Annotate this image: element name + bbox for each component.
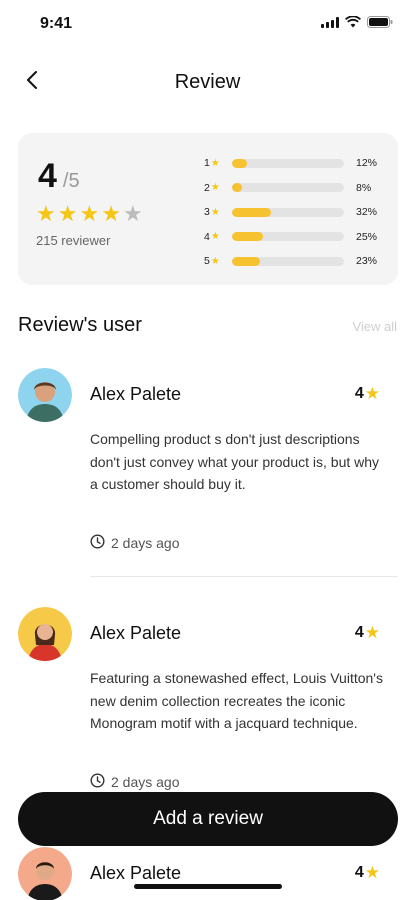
page-title: Review [174, 71, 241, 93]
rating-summary-card: 4 /5 ★ ★ ★ ★ ★ 215 reviewer 1 ★ 12% 2 ★ 8% 3 ★ 32% 4 ★… [18, 133, 398, 285]
rating-value: 4 [354, 864, 364, 881]
star-icon: ★ [122, 201, 143, 226]
clock-icon [90, 773, 105, 791]
distribution-bar-fill [232, 256, 261, 266]
status-bar: 9:41 [0, 0, 415, 48]
time-text: 2 days ago [111, 535, 180, 551]
distribution-bar-fill [232, 207, 272, 217]
star-icon: ★ [364, 623, 380, 642]
distribution-row: 1 ★ 12% [204, 151, 384, 176]
distribution-label: 3 ★ [204, 206, 232, 218]
avatar [18, 847, 72, 900]
star-icon: ★ [210, 182, 220, 194]
star-icon: ★ [210, 157, 220, 169]
review-text: Compelling product s don't just descript… [90, 431, 380, 492]
reviewer-name: Alex Palete [90, 623, 182, 643]
rating-value: 4 [354, 624, 364, 641]
status-time: 9:41 [40, 15, 73, 32]
reviewer-name: Alex Palete [90, 863, 182, 883]
review-time: 2 days ago [90, 773, 180, 791]
time-text: 2 days ago [111, 774, 180, 790]
reviewer-count: 215 reviewer [36, 233, 111, 248]
score-value: 4 [38, 157, 57, 195]
star-icon: ★ [364, 384, 380, 403]
distribution-bar [232, 232, 344, 242]
score-max: /5 [62, 170, 80, 192]
avatar [18, 368, 72, 422]
review-time: 2 days ago [90, 534, 180, 552]
home-indicator [134, 884, 282, 889]
star-icon: ★ [101, 201, 121, 226]
distribution-percent: 8% [356, 181, 372, 194]
status-icons [321, 16, 393, 28]
divider [90, 576, 398, 577]
distribution-label: 4 ★ [204, 231, 232, 243]
review-rating: 4 ★ [355, 623, 380, 643]
distribution-row: 2 ★ 8% [204, 176, 384, 201]
battery-icon [367, 16, 393, 28]
distribution-label: 5 ★ [204, 255, 232, 267]
star-rating: ★ ★ ★ ★ ★ [36, 203, 143, 225]
distribution-percent: 23% [356, 255, 378, 268]
star-icon: ★ [210, 206, 220, 218]
distribution-row: 5 ★ 23% [204, 249, 384, 274]
star-level: 5 [204, 255, 210, 268]
average-score: 4 /5 [38, 157, 80, 196]
star-icon: ★ [210, 231, 220, 243]
distribution-bar [232, 158, 344, 168]
review-rating: 4 ★ [355, 863, 380, 883]
distribution-bar-fill [232, 158, 247, 168]
reviewer-name: Alex Palete [90, 384, 182, 404]
star-level: 3 [204, 206, 210, 219]
star-level: 1 [204, 157, 210, 170]
clock-icon [90, 534, 105, 552]
distribution-label: 2 ★ [204, 182, 232, 194]
distribution-percent: 32% [356, 206, 378, 219]
distribution-bar [232, 207, 344, 217]
star-icon: ★ [364, 863, 380, 882]
add-review-button[interactable]: Add a review [18, 792, 398, 846]
star-level: 2 [204, 181, 210, 194]
star-icon: ★ [210, 255, 220, 267]
view-all-link[interactable]: View all [352, 319, 397, 334]
distribution-percent: 25% [356, 230, 378, 243]
rating-value: 4 [354, 385, 364, 402]
distribution-bar-fill [232, 183, 242, 193]
distribution-bar [232, 256, 344, 266]
distribution-bar-fill [232, 232, 263, 242]
star-level: 4 [204, 230, 210, 243]
star-icon: ★ [57, 201, 78, 226]
section-title: Review's user [18, 314, 142, 336]
distribution-bar [232, 183, 344, 193]
review-text: Featuring a stonewashed effect, Louis Vu… [90, 670, 383, 731]
distribution-label: 1 ★ [204, 157, 232, 169]
header: Review [0, 60, 415, 104]
rating-distribution: 1 ★ 12% 2 ★ 8% 3 ★ 32% 4 ★ 25% 5 ★ 23% [204, 151, 384, 274]
distribution-percent: 12% [356, 157, 378, 170]
review-rating: 4 ★ [355, 384, 380, 404]
avatar [18, 607, 72, 661]
wifi-icon [345, 16, 361, 28]
star-icon: ★ [79, 201, 100, 226]
distribution-row: 4 ★ 25% [204, 225, 384, 250]
distribution-row: 3 ★ 32% [204, 200, 384, 225]
signal-icon [321, 16, 339, 28]
star-icon: ★ [36, 201, 56, 226]
